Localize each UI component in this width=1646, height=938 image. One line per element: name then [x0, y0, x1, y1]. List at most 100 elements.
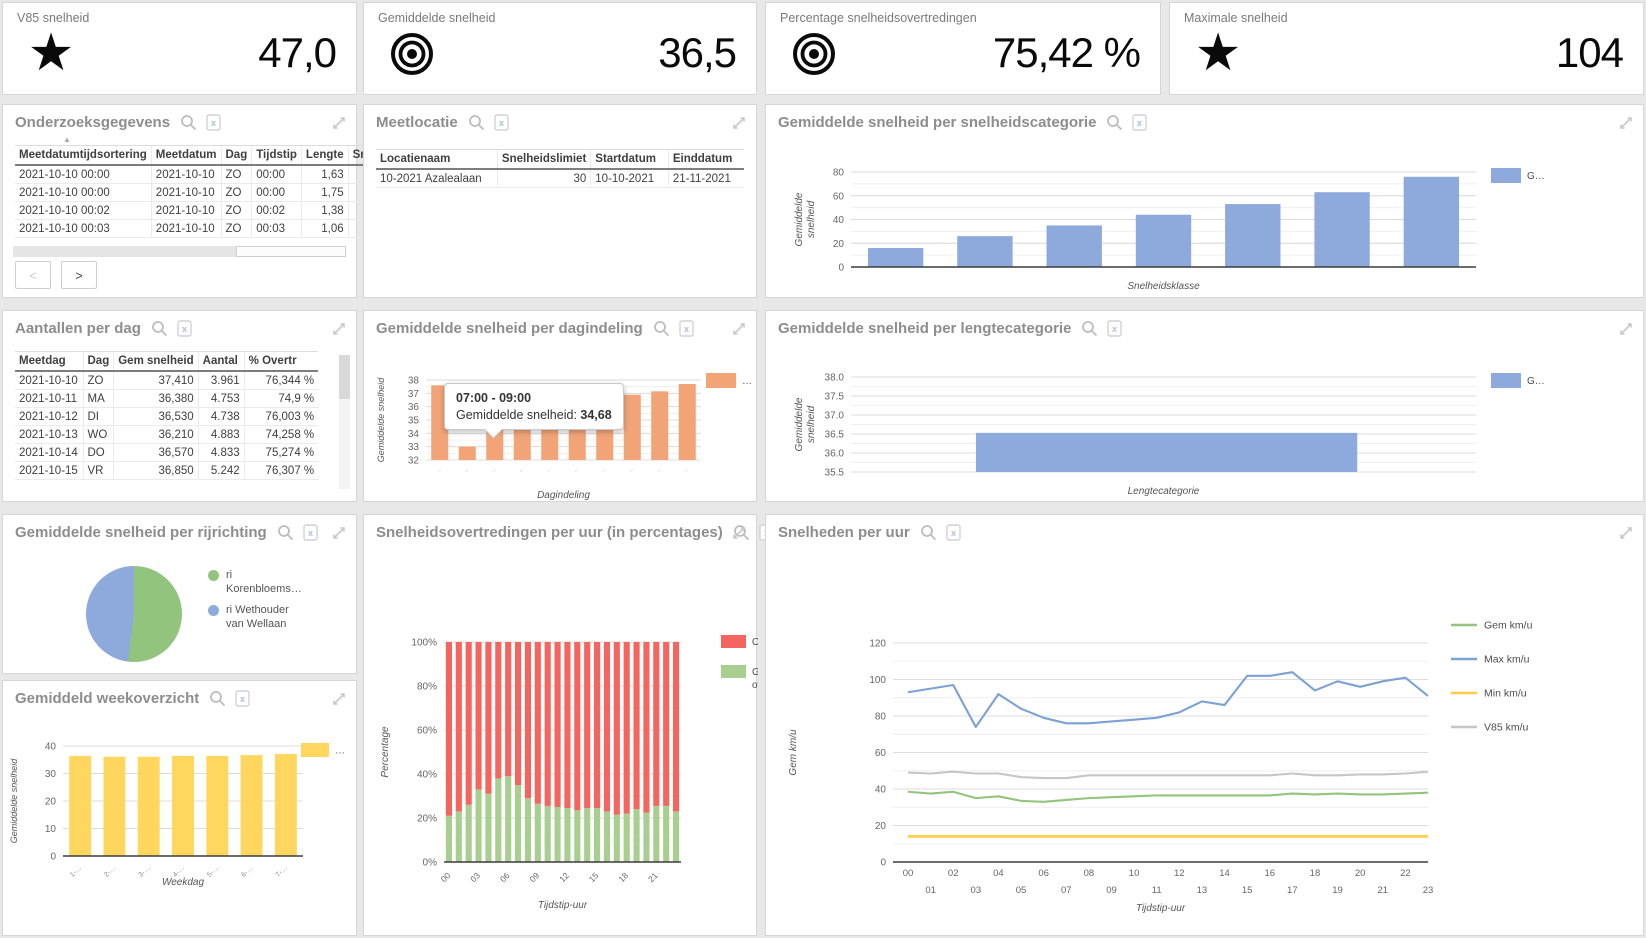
expand-icon[interactable] [331, 321, 347, 342]
excel-export-icon[interactable]: x [177, 320, 192, 337]
column-header[interactable]: Aantal [197, 351, 245, 372]
search-icon[interactable] [1081, 320, 1098, 337]
excel-export-icon[interactable]: x [206, 114, 221, 131]
table-row[interactable]: 2021-10-10 ZO 37,410 3.961 76,344 % [15, 371, 319, 390]
table-cell: 36,570 [113, 443, 199, 462]
svg-text:11: 11 [1152, 885, 1162, 896]
excel-export-icon[interactable]: x [946, 524, 961, 541]
table-row[interactable]: 2021-10-12 DI 36,530 4.738 76,003 % [15, 407, 319, 426]
kpi-title: Percentage snelheidsovertredingen [780, 11, 977, 25]
table-cell: ZO [82, 371, 114, 390]
expand-icon[interactable] [1618, 525, 1634, 546]
table-cell: DI [82, 407, 114, 426]
column-header[interactable]: Tijdstip [251, 145, 302, 166]
weekoverzicht-bar-chart[interactable]: 0102030401-… 2-… 3-… 4-… 5-… 6-… 7-…WeekdagGem… [3, 717, 358, 935]
table-cell: ZO [220, 183, 252, 202]
lengtecategorie-bar-chart[interactable]: 35.5 36.0 36.5 37.0 37.5 38.0 Lengtecategorie G… [766, 347, 1645, 503]
table-row[interactable]: 2021-10-11 MA 36,380 4.753 74,9 % [15, 389, 319, 408]
column-header[interactable]: % Overtr [243, 351, 319, 372]
tooltip-title: 07:00 - 09:00 [456, 391, 532, 405]
search-icon[interactable] [277, 524, 294, 541]
search-icon[interactable] [468, 114, 485, 131]
column-header[interactable]: Dag [82, 351, 114, 372]
search-icon[interactable] [653, 320, 670, 337]
svg-text:60: 60 [833, 191, 845, 202]
table-cell: 36,530 [113, 407, 199, 426]
horizontal-scrollbar[interactable] [13, 246, 346, 257]
column-header[interactable]: Dag [220, 145, 252, 166]
excel-export-icon[interactable]: x [235, 690, 250, 707]
scrollbar-thumb[interactable] [339, 355, 350, 399]
svg-text:03: 03 [468, 870, 482, 884]
panel-aantallen-per-dag: Aantallen per dag x Meetdag Dag Gem snelhe… [2, 310, 357, 502]
table-row[interactable]: 2021-10-10 00:03 2021-10-10 ZO 00:03 1,06 [15, 219, 369, 238]
svg-text:x: x [499, 118, 504, 128]
panel-title: Gemiddeld weekoverzicht [15, 690, 200, 707]
column-header[interactable]: Lengte [300, 145, 349, 166]
search-icon[interactable] [1106, 114, 1123, 131]
table-row[interactable]: 2021-10-14 DO 36,570 4.833 75,274 % [15, 443, 319, 462]
expand-icon[interactable] [1618, 321, 1634, 342]
expand-icon[interactable] [331, 115, 347, 136]
column-header[interactable]: Locatienaam [376, 149, 498, 170]
expand-icon[interactable] [1618, 115, 1634, 136]
scrollbar-thumb[interactable] [236, 246, 346, 257]
table-row[interactable]: 2021-10-10 00:00 2021-10-10 ZO 00:00 1,75 [15, 183, 369, 202]
expand-icon[interactable] [331, 691, 347, 712]
rijrichting-pie-chart[interactable] [86, 566, 182, 662]
table-cell: 2021-10-10 00:00 [15, 183, 152, 202]
svg-text:0%: 0% [423, 858, 438, 869]
sort-asc-icon[interactable]: ▲ [63, 135, 71, 144]
panel-title: Gemiddelde snelheid per dagindeling [376, 320, 643, 337]
svg-text:Lengtecategorie: Lengtecategorie [1128, 486, 1200, 497]
excel-export-icon[interactable]: x [679, 320, 694, 337]
column-header[interactable]: Meetdatum [150, 145, 221, 166]
table-cell: 10-10-2021 [590, 169, 669, 188]
prev-page-button[interactable]: < [15, 261, 51, 289]
expand-icon[interactable] [731, 115, 747, 136]
table-cell: DO [82, 443, 114, 462]
table-row[interactable]: 2021-10-10 00:02 2021-10-10 ZO 00:02 1,38 [15, 201, 369, 220]
vertical-scrollbar[interactable] [339, 355, 350, 489]
expand-icon[interactable] [331, 525, 347, 546]
table-cell: 2021-10-10 [150, 165, 221, 184]
column-header[interactable]: Einddatum [667, 149, 744, 170]
column-header[interactable]: Startdatum [590, 149, 669, 170]
svg-text:V85 km/u: V85 km/u [1484, 722, 1529, 734]
column-header[interactable]: Meetdag [15, 351, 83, 372]
svg-text:…: … [462, 466, 470, 474]
svg-text:2-…: 2-… [103, 864, 117, 878]
next-page-button[interactable]: > [61, 261, 97, 289]
expand-icon[interactable] [731, 525, 747, 546]
search-icon[interactable] [180, 114, 197, 131]
svg-text:20: 20 [1355, 868, 1366, 879]
panel-title: Meetlocatie [376, 114, 458, 131]
excel-export-icon[interactable]: x [1107, 320, 1123, 337]
snelheden-line-chart[interactable]: 0 20 40 60 80 100 120 00 01 02 03 04 05 06 07 08 09 10 11 1… [766, 551, 1645, 935]
table-row[interactable]: 2021-10-10 00:00 2021-10-10 ZO 00:00 1,63 [15, 165, 369, 184]
table-cell: 2021-10-15 [15, 461, 83, 480]
column-header[interactable]: Snelheidslimiet [496, 149, 591, 170]
panel-title: Aantallen per dag [15, 320, 141, 337]
panel-dagindeling: Gemiddelde snelheid per dagindeling x 32… [363, 310, 757, 502]
excel-export-icon[interactable]: x [1132, 114, 1148, 131]
search-icon[interactable] [209, 690, 226, 707]
table-cell: 00:02 [251, 201, 302, 220]
excel-export-icon[interactable]: x [303, 524, 318, 541]
table-row[interactable]: 2021-10-13 WO 36,210 4.883 74,258 % [15, 425, 319, 444]
kpi-card-maximale: Maximale snelheid ★ 104 [1169, 2, 1644, 95]
expand-icon[interactable] [731, 321, 747, 342]
column-header[interactable]: Meetdatumtijdsortering [15, 145, 152, 166]
overtredingen-stacked-bar-chart[interactable]: 0% 20% 40% 60% 80% 100% 00 03 06 09 12 15 18 21 Tijdst… [364, 551, 758, 935]
excel-export-icon[interactable]: x [494, 114, 509, 131]
table-row[interactable]: 10-2021 Azalealaan 30 10-10-2021 21-11-2021 [376, 169, 744, 188]
column-header[interactable]: Gem snelheid [113, 351, 199, 372]
search-icon[interactable] [151, 320, 168, 337]
snelheidscategorie-bar-chart[interactable]: 0 20 40 60 80 Snelheidsklasse Gemiddelde snelhe… [766, 142, 1645, 298]
svg-text:snelheid: snelheid [806, 405, 817, 443]
table-cell: 2021-10-13 [15, 425, 83, 444]
svg-text:x: x [182, 324, 187, 334]
svg-text:37.5: 37.5 [825, 392, 845, 403]
search-icon[interactable] [920, 524, 937, 541]
table-row[interactable]: 2021-10-15 VR 36,850 5.242 76,307 % [15, 461, 319, 480]
